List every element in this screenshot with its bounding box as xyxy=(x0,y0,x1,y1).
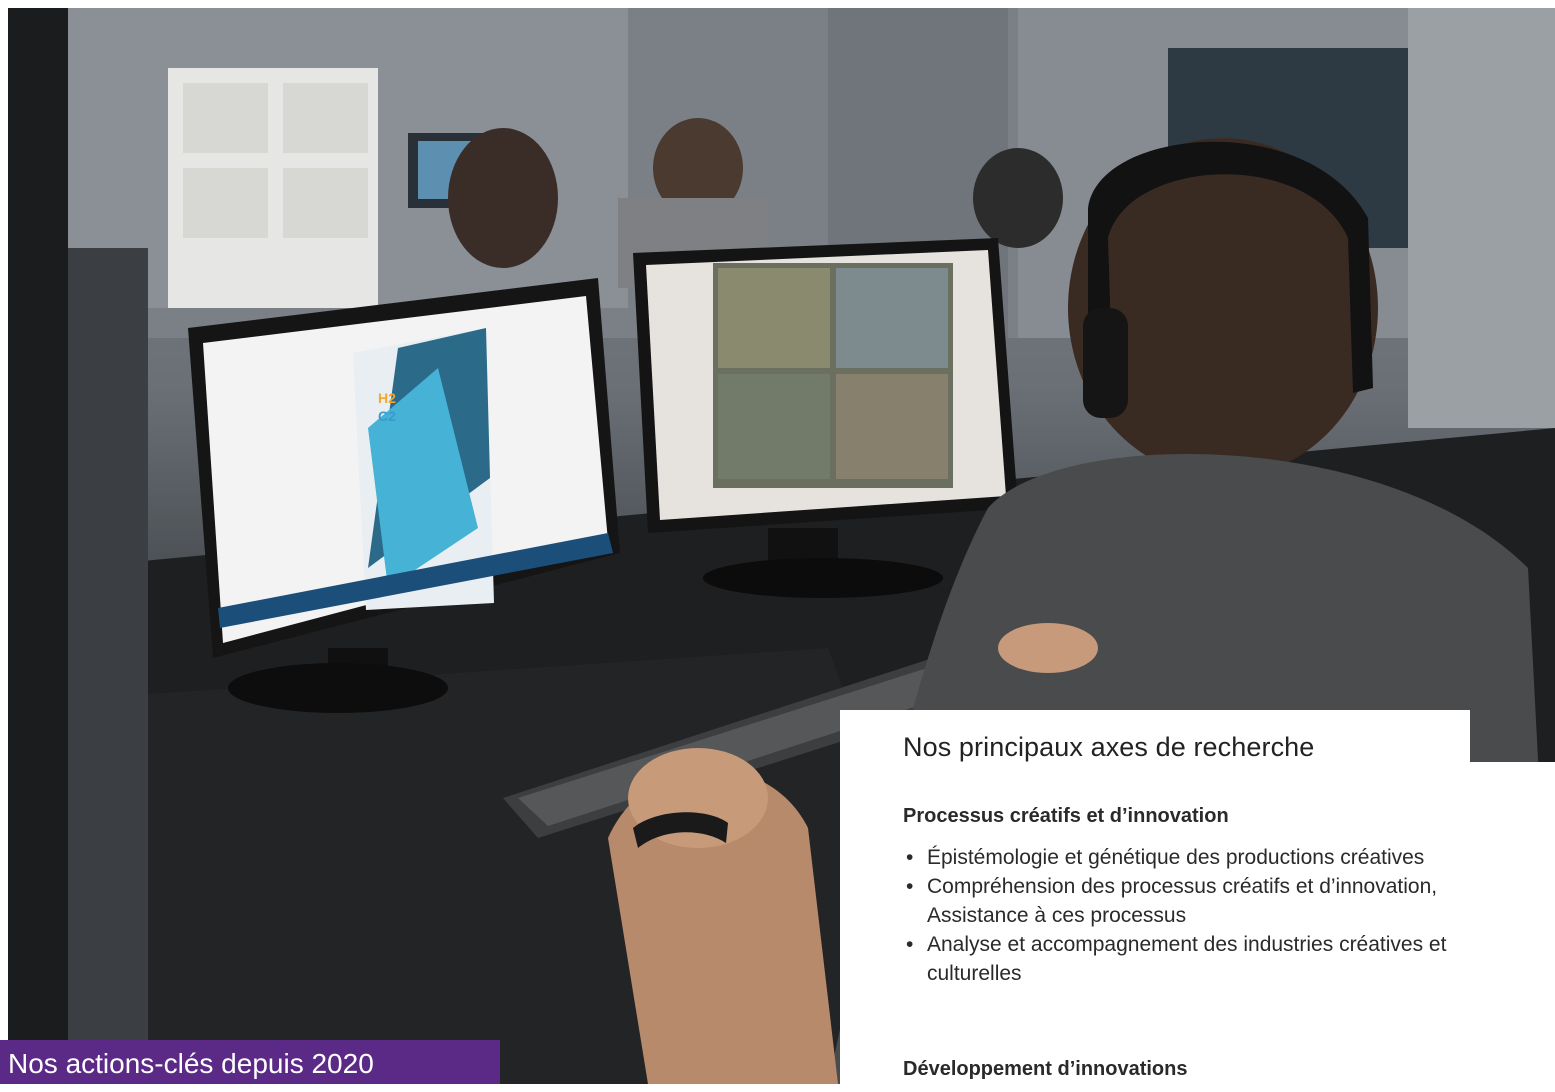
research-panel-extension xyxy=(1470,762,1555,1092)
section-title-processus: Processus créatifs et d’innovation xyxy=(903,805,1229,827)
section-title-developpement: Développement d’innovations xyxy=(903,1058,1188,1080)
list-item: Analyse et accompagnement des industries… xyxy=(903,930,1463,988)
h2c2-logo-text-2: C2 xyxy=(378,408,396,424)
key-actions-title: Nos actions-clés depuis 2020 xyxy=(8,1048,374,1079)
processus-list: Épistémologie et génétique des productio… xyxy=(903,843,1463,988)
h2c2-logo-text: H2 xyxy=(378,390,396,406)
research-heading: Nos principaux axes de recherche xyxy=(903,732,1315,762)
list-item-text: Épistémologie et génétique des productio… xyxy=(927,846,1425,869)
list-item: Compréhension des processus créatifs et … xyxy=(903,872,1463,930)
list-item-text: Compréhension des processus créatifs et … xyxy=(927,875,1438,927)
key-actions-banner: Nos actions-clés depuis 2020 xyxy=(0,1040,500,1084)
list-item: Épistémologie et génétique des productio… xyxy=(903,843,1463,872)
list-item-text: Analyse et accompagnement des industries… xyxy=(927,933,1447,985)
